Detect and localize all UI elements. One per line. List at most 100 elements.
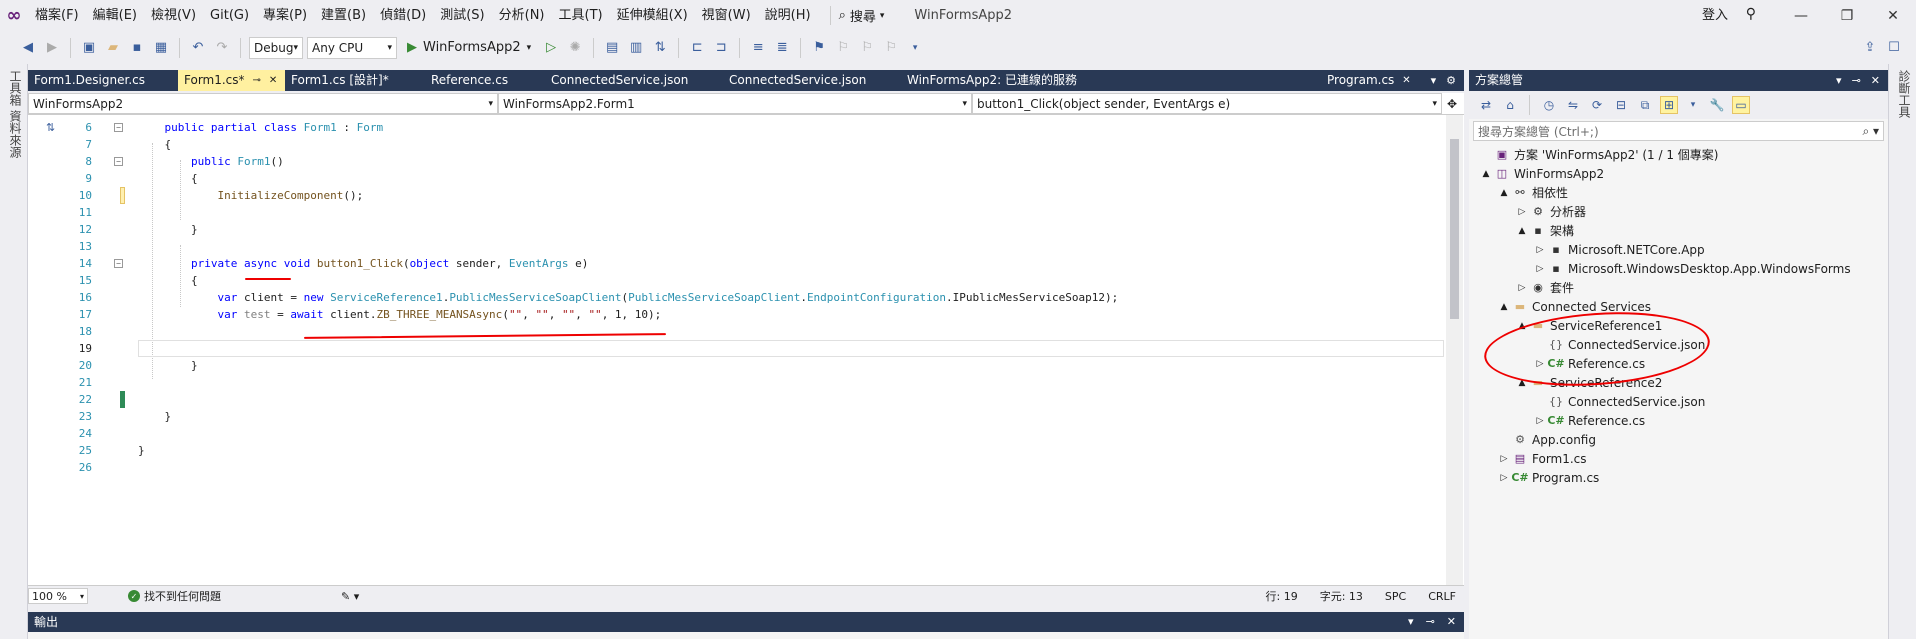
diagnostics-icon[interactable]: ⇅ <box>650 38 670 58</box>
collapse-icon[interactable]: − <box>114 123 123 132</box>
search-button[interactable]: ⌕ 搜尋 ▾ <box>829 6 893 25</box>
tab-program-cs[interactable]: Program.cs ✕ <box>1321 70 1429 91</box>
tab-connected-service-json-1[interactable]: ConnectedService.json <box>545 70 723 91</box>
pin-icon[interactable]: ⊸ <box>253 70 261 91</box>
pin-icon[interactable]: ⊸ <box>1852 70 1861 91</box>
collapse-icon[interactable]: − <box>114 259 123 268</box>
tree-item-project[interactable]: ▲ ◫ WinFormsApp2 <box>1469 164 1888 183</box>
search-icon[interactable]: ⌕ ▾ <box>1862 124 1879 139</box>
diagnostic-tools-tab[interactable]: 診斷工具 <box>1896 70 1913 118</box>
tree-item-packages[interactable]: ▷ ◉ 套件 <box>1469 278 1888 297</box>
menu-test[interactable]: 測試(S) <box>433 0 491 31</box>
menu-extensions[interactable]: 延伸模組(X) <box>610 0 695 31</box>
class-dropdown[interactable]: WinFormsApp2.Form1 ▾ <box>498 93 972 114</box>
code-editor[interactable]: ⇅ 6 − public partial class Form1 : Form … <box>28 115 1478 585</box>
menu-file[interactable]: 檔案(F) <box>28 0 86 31</box>
line-ending-indicator[interactable]: CRLF <box>1428 590 1456 603</box>
collapse-arrow-icon[interactable]: ▲ <box>1515 226 1529 236</box>
feedback-icon[interactable]: ☐ <box>1884 38 1904 58</box>
solution-explorer-search[interactable]: 搜尋方案總管 (Ctrl+;) ⌕ ▾ <box>1473 121 1884 141</box>
issues-indicator[interactable]: ✓ 找不到任何問題 <box>128 588 221 604</box>
expand-arrow-icon[interactable]: ▷ <box>1497 454 1511 464</box>
sync-icon[interactable]: ⇋ <box>1564 96 1582 114</box>
menu-edit[interactable]: 編輯(E) <box>86 0 144 31</box>
layout-icon[interactable]: ▥ <box>626 38 646 58</box>
zoom-select[interactable]: 100 % ▾ <box>28 588 88 604</box>
expand-arrow-icon[interactable]: ▷ <box>1515 283 1529 293</box>
output-panel-body[interactable] <box>28 632 1464 639</box>
tree-item-analyzers[interactable]: ▷ ⚙ 分析器 <box>1469 202 1888 221</box>
tab-reference-cs[interactable]: Reference.cs <box>425 70 545 91</box>
back-icon[interactable]: ◀ <box>18 38 38 58</box>
refresh-icon[interactable]: ⟳ <box>1588 96 1606 114</box>
align-icon[interactable]: ⊏ <box>687 38 707 58</box>
menu-analyze[interactable]: 分析(N) <box>492 0 552 31</box>
tree-item-connected-services[interactable]: ▲ ▬ Connected Services <box>1469 297 1888 316</box>
expand-arrow-icon[interactable]: ▷ <box>1515 207 1529 217</box>
tree-item-form1-cs[interactable]: ▷ ▤ Form1.cs <box>1469 449 1888 468</box>
start-without-debugging-icon[interactable]: ▷ <box>541 38 561 58</box>
redo-icon[interactable]: ↷ <box>212 38 232 58</box>
tab-list-dropdown-icon[interactable]: ▾ <box>1431 74 1437 87</box>
next-bookmark-icon[interactable]: ⚐ <box>857 38 877 58</box>
tree-item-frameworks[interactable]: ▲ ▪ 架構 <box>1469 221 1888 240</box>
line-indicator[interactable]: 行: 19 <box>1266 588 1298 604</box>
expand-arrow-icon[interactable]: ▷ <box>1533 416 1547 426</box>
browse-icon[interactable]: ▤ <box>602 38 622 58</box>
properties-wrench-icon[interactable]: 🔧 <box>1708 96 1726 114</box>
uncomment-icon[interactable]: ≣ <box>772 38 792 58</box>
save-icon[interactable]: ▪ <box>127 38 147 58</box>
dropdown-icon[interactable]: ▾ <box>1408 612 1414 632</box>
show-all-files-icon[interactable]: ⊞ <box>1660 96 1678 114</box>
comment-icon[interactable]: ≡ <box>748 38 768 58</box>
tree-item-windowsforms[interactable]: ▷ ▪ Microsoft.WindowsDesktop.App.Windows… <box>1469 259 1888 278</box>
tree-item-connected-service-json-2[interactable]: {} ConnectedService.json <box>1469 392 1888 411</box>
settings-gear-icon[interactable]: ⚙ <box>1446 74 1456 87</box>
close-icon[interactable]: ✕ <box>1871 70 1880 91</box>
tree-item-reference-cs-2[interactable]: ▷ C# Reference.cs <box>1469 411 1888 430</box>
home-icon[interactable]: ⌂ <box>1501 96 1519 114</box>
start-debugging-button[interactable]: ▶ WinFormsApp2 ▾ <box>401 40 537 55</box>
expand-arrow-icon[interactable]: ▷ <box>1497 473 1511 483</box>
collapse-arrow-icon[interactable]: ▲ <box>1479 169 1493 179</box>
format-icon[interactable]: ⊐ <box>711 38 731 58</box>
tree-item-dependencies[interactable]: ▲ ⚯ 相依性 <box>1469 183 1888 202</box>
collapse-icon[interactable]: − <box>114 157 123 166</box>
new-project-icon[interactable]: ▣ <box>79 38 99 58</box>
menu-build[interactable]: 建置(B) <box>314 0 373 31</box>
dropdown-icon[interactable]: ▾ <box>1684 96 1702 114</box>
pin-icon[interactable]: ⊸ <box>1426 612 1435 632</box>
prev-bookmark-icon[interactable]: ⚐ <box>833 38 853 58</box>
menu-debug[interactable]: 偵錯(D) <box>373 0 433 31</box>
clear-bookmarks-icon[interactable]: ⚐ <box>881 38 901 58</box>
save-all-icon[interactable]: ▦ <box>151 38 171 58</box>
history-icon[interactable]: ◷ <box>1540 96 1558 114</box>
tree-item-netcore[interactable]: ▷ ▪ Microsoft.NETCore.App <box>1469 240 1888 259</box>
dropdown-icon[interactable]: ▾ <box>1836 70 1842 91</box>
tree-item-program-cs[interactable]: ▷ C# Program.cs <box>1469 468 1888 487</box>
editor-vertical-scrollbar[interactable] <box>1446 115 1463 585</box>
undo-icon[interactable]: ↶ <box>188 38 208 58</box>
forward-icon[interactable]: ▶ <box>42 38 62 58</box>
tab-form1-design[interactable]: Form1.cs [設計]* <box>285 70 425 91</box>
project-dropdown[interactable]: WinFormsApp2 ▾ <box>28 93 498 114</box>
close-icon[interactable]: ✕ <box>1402 70 1410 91</box>
whitespace-indicator[interactable]: SPC <box>1385 590 1406 603</box>
bookmark-icon[interactable]: ⚑ <box>809 38 829 58</box>
preview-icon[interactable]: ▭ <box>1732 96 1750 114</box>
account-icon[interactable]: ⚲ <box>1746 6 1756 22</box>
minimize-icon[interactable]: — <box>1778 8 1824 24</box>
tab-connected-services[interactable]: WinFormsApp2: 已連線的服務 <box>901 70 1321 91</box>
expand-arrow-icon[interactable]: ▷ <box>1533 245 1547 255</box>
toolbox-tab[interactable]: 工具箱 資料來源 <box>7 70 24 158</box>
collapse-arrow-icon[interactable]: ▲ <box>1497 302 1511 312</box>
tab-connected-service-json-2[interactable]: ConnectedService.json <box>723 70 901 91</box>
menu-project[interactable]: 專案(P) <box>256 0 314 31</box>
copy-icon[interactable]: ⧉ <box>1636 96 1654 114</box>
configuration-select[interactable]: Debug ▾ <box>249 36 303 59</box>
tree-item-app-config[interactable]: ⚙ App.config <box>1469 430 1888 449</box>
tab-form1-cs[interactable]: Form1.cs* ⊸ ✕ <box>178 70 285 91</box>
tree-item-solution[interactable]: ▣ 方案 'WinFormsApp2' (1 / 1 個專案) <box>1469 145 1888 164</box>
platform-select[interactable]: Any CPU ▾ <box>307 36 397 59</box>
code-cleanup-icon[interactable]: ✎ ▾ <box>341 590 359 603</box>
